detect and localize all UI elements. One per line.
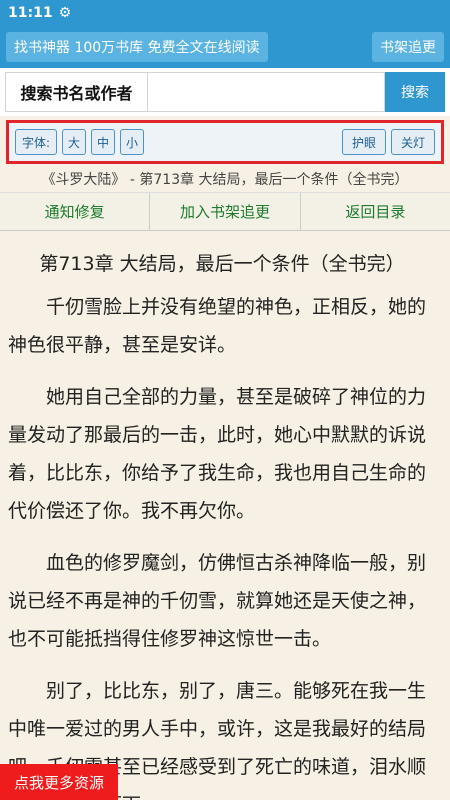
chapter-nav: 通知修复 加入书架追更 返回目录 <box>0 193 450 231</box>
report-button[interactable]: 通知修复 <box>0 193 151 230</box>
back-to-catalog-button[interactable]: 返回目录 <box>301 193 450 230</box>
gear-icon: ⚙ <box>58 5 72 21</box>
search-input[interactable] <box>147 72 385 112</box>
font-small-button[interactable]: 小 <box>120 129 145 155</box>
search-label: 搜索书名或作者 <box>5 72 147 112</box>
reading-settings-toolbar: 字体: 大 中 小 护眼 关灯 <box>6 120 444 164</box>
font-large-button[interactable]: 大 <box>62 129 87 155</box>
lights-off-button[interactable]: 关灯 <box>391 129 435 155</box>
search-bar: 搜索书名或作者 搜索 <box>0 68 450 116</box>
bookshelf-button[interactable]: 书架追更 <box>372 32 444 62</box>
status-bar: 11:11 ⚙ <box>0 0 450 26</box>
top-bar: 找书神器 100万书库 免费全文在线阅读 书架追更 <box>0 26 450 68</box>
eye-protect-button[interactable]: 护眼 <box>342 129 386 155</box>
more-resources-button[interactable]: 点我更多资源 <box>0 764 118 800</box>
paragraph: 千仞雪脸上并没有绝望的神色，正相反，她的神色很平静，甚至是安详。 <box>8 296 427 356</box>
chapter-info: 《斗罗大陆》 - 第713章 大结局，最后一个条件（全书完） <box>0 164 450 193</box>
status-time: 11:11 <box>8 5 53 21</box>
search-button[interactable]: 搜索 <box>385 72 445 112</box>
chapter-content: 第713章 大结局，最后一个条件（全书完） 千仞雪脸上并没有绝望的神色，正相反，… <box>0 231 450 800</box>
add-to-shelf-button[interactable]: 加入书架追更 <box>150 193 301 230</box>
paragraph: 血色的修罗魔剑，仿佛恒古杀神降临一般，别说已经不再是神的千仞雪，就算她还是天使之… <box>8 552 427 650</box>
find-books-button[interactable]: 找书神器 100万书库 免费全文在线阅读 <box>6 32 268 62</box>
font-medium-button[interactable]: 中 <box>91 129 116 155</box>
font-label: 字体: <box>15 129 58 155</box>
paragraph: 她用自己全部的力量，甚至是破碎了神位的力量发动了那最后的一击，此时，她心中默默的… <box>8 386 427 522</box>
chapter-title: 第713章 大结局，最后一个条件（全书完） <box>39 253 405 275</box>
